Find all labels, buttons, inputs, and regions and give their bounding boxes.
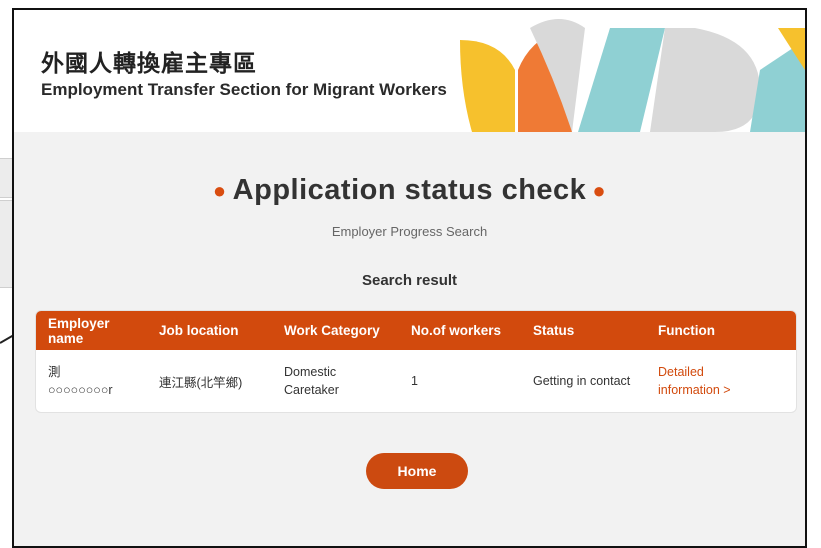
table-header: Employer name Job location Work Category… [36, 311, 796, 350]
work-category-line2: Caretaker [284, 383, 339, 397]
cell-job-location: 連江縣(北竿鄉) [159, 375, 243, 390]
page-title-text: Application status check [232, 174, 587, 206]
function-line2: information > [658, 383, 731, 397]
work-category-line1: Domestic [284, 365, 337, 379]
app-window: 外國人轉換雇主專區 Employment Transfer Section fo… [12, 8, 807, 548]
site-title-en: Employment Transfer Section for Migrant … [41, 80, 447, 99]
deco-gray-round [650, 28, 760, 132]
header-workers: No.of workers [411, 323, 502, 338]
employer-name-line2: ○○○○○○○○r [48, 383, 113, 397]
main-content: ● Application status check ● Employer Prog… [14, 132, 805, 546]
result-table: Employer name Job location Work Category… [35, 310, 797, 413]
detailed-information-link[interactable]: Detailed information > [647, 363, 796, 399]
home-button[interactable]: Home [366, 453, 468, 489]
function-line1: Detailed [658, 365, 704, 379]
cell-employer-name: 測 ○○○○○○○○r [36, 363, 148, 399]
header-employer-name: Employer name [48, 315, 110, 346]
header-work-category: Work Category [284, 323, 380, 338]
site-header: 外國人轉換雇主專區 Employment Transfer Section fo… [14, 10, 805, 132]
title-dot-left: ● [212, 178, 227, 204]
header-function: Function [658, 323, 715, 338]
header-job-location: Job location [159, 323, 239, 338]
deco-teal-shape [578, 28, 665, 132]
search-result-label: Search result [361, 272, 458, 289]
deco-yellow-shape [460, 40, 515, 132]
cell-work-category: Domestic Caretaker [273, 363, 400, 399]
title-dot-right: ● [592, 178, 607, 204]
page-subtitle: Employer Progress Search [331, 224, 488, 239]
cell-status: Getting in contact [533, 374, 631, 388]
cell-workers: 1 [411, 374, 418, 388]
employer-name-line1: 測 [48, 365, 61, 379]
header-status: Status [533, 323, 575, 338]
site-title-zh: 外國人轉換雇主專區 [41, 50, 257, 76]
page-title: ● Application status check ● [14, 174, 805, 207]
table-row: 測 ○○○○○○○○r 連江縣(北竿鄉) Domestic Caretaker … [36, 350, 796, 412]
header-decoration [460, 19, 805, 132]
